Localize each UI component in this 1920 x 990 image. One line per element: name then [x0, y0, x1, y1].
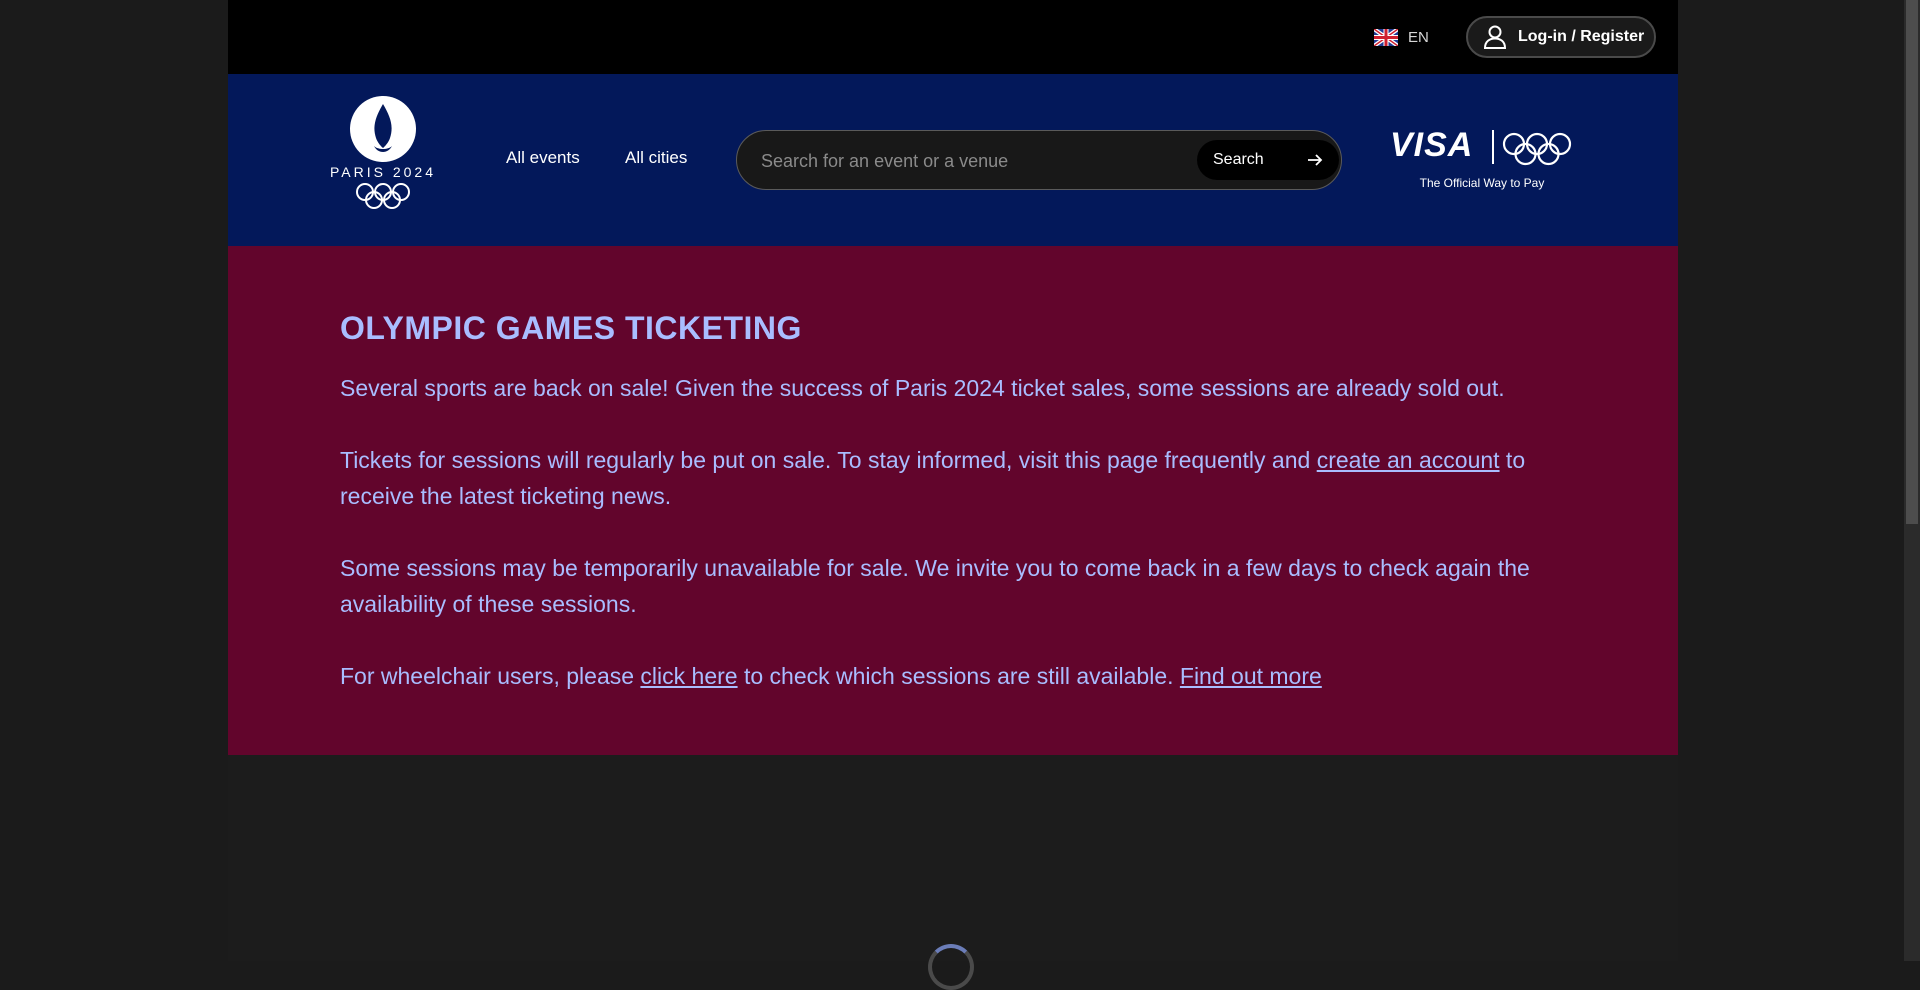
banner-paragraph-1: Several sports are back on sale! Given t…	[340, 375, 1505, 401]
flame-logo-icon	[350, 96, 416, 162]
user-icon	[1483, 25, 1507, 49]
nav-link-all-events[interactable]: All events	[506, 148, 580, 168]
ticketing-info-banner: OLYMPIC GAMES TICKETING Several sports a…	[228, 246, 1678, 755]
uk-flag-icon	[1374, 28, 1398, 46]
find-out-more-link[interactable]: Find out more	[1180, 663, 1322, 689]
banner-title: OLYMPIC GAMES TICKETING	[340, 310, 802, 346]
wheelchair-click-here-link[interactable]: click here	[640, 663, 737, 689]
banner-paragraph-4: For wheelchair users, please click here …	[340, 658, 1530, 694]
loading-spinner	[928, 944, 974, 990]
p2-text-before: Tickets for sessions will regularly be p…	[340, 447, 1317, 473]
olympic-rings-icon	[1502, 132, 1572, 166]
page-column: EN Log-in / Register PARIS 2024 All even…	[228, 0, 1678, 990]
login-register-button[interactable]: Log-in / Register	[1466, 16, 1656, 58]
language-label: EN	[1408, 28, 1429, 46]
visa-wordmark: VISA	[1390, 126, 1474, 164]
sponsor-divider	[1492, 130, 1494, 164]
scrollbar-thumb[interactable]	[1906, 0, 1918, 524]
create-account-link[interactable]: create an account	[1317, 447, 1500, 473]
p4-text-before: For wheelchair users, please	[340, 663, 641, 689]
logo-text: PARIS 2024	[329, 164, 436, 180]
paris-2024-logo[interactable]: PARIS 2024	[328, 96, 438, 216]
login-register-label: Log-in / Register	[1518, 28, 1645, 45]
main-navigation: PARIS 2024 All events All cities Search	[228, 74, 1678, 246]
arrow-right-icon	[1308, 154, 1323, 166]
banner-paragraph-3: Some sessions may be temporarily unavail…	[340, 555, 1530, 617]
olympic-rings-icon	[356, 183, 410, 209]
nav-link-all-cities[interactable]: All cities	[625, 148, 687, 168]
language-selector[interactable]: EN	[1374, 26, 1429, 48]
search-bar: Search	[736, 130, 1342, 190]
banner-paragraph-2: Tickets for sessions will regularly be p…	[340, 442, 1530, 514]
search-button-label: Search	[1213, 151, 1264, 168]
search-button[interactable]: Search	[1197, 140, 1339, 180]
p4-text-mid: to check which sessions are still availa…	[737, 663, 1180, 689]
search-input[interactable]	[759, 141, 1183, 181]
visa-tagline: The Official Way to Pay	[1419, 176, 1545, 190]
visa-sponsor-logo: VISA The Official Way to Pay	[1390, 126, 1580, 196]
top-bar: EN Log-in / Register	[228, 0, 1678, 74]
